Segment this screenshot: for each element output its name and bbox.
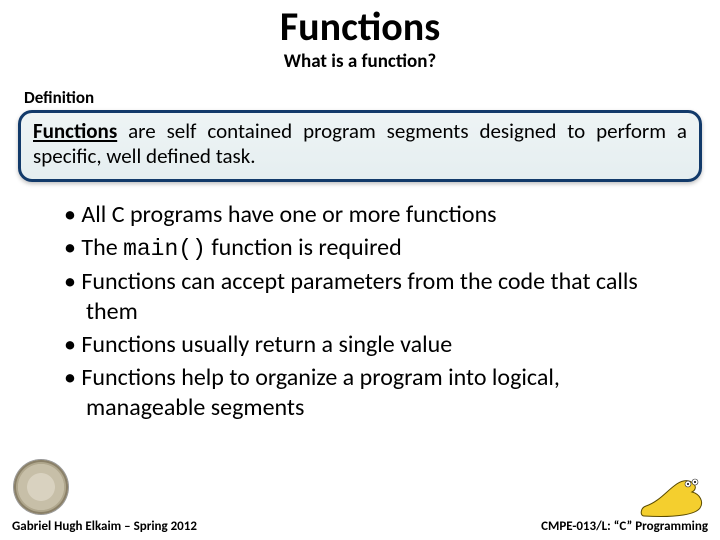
definition-text: Functions are self contained program seg… — [33, 119, 687, 169]
definition-rest: are self contained program segments desi… — [33, 118, 687, 169]
slide: Functions What is a function? Definition… — [0, 0, 720, 540]
slide-subtitle: What is a function? — [18, 50, 702, 73]
banana-slug-icon — [638, 472, 710, 522]
list-item: The main() function is required — [64, 233, 682, 264]
definition-label: Definition — [24, 87, 702, 108]
bullet-text: All C programs have one or more function… — [81, 200, 496, 229]
footer-left: Gabriel Hugh Elkaim – Spring 2012 — [12, 519, 197, 534]
bullet-text: Functions help to organize a program int… — [81, 363, 559, 423]
bullet-text: Functions usually return a single value — [81, 330, 452, 359]
definition-term: Functions — [33, 118, 117, 144]
slide-title: Functions — [18, 6, 702, 48]
bullet-text: Functions can accept parameters from the… — [81, 267, 637, 327]
footer-right: CMPE-013/L: “C” Programming — [541, 519, 708, 534]
list-item: All C programs have one or more function… — [64, 200, 682, 231]
list-item: Functions can accept parameters from the… — [64, 267, 682, 328]
bullet-code: main() — [123, 236, 206, 262]
list-item: Functions usually return a single value — [64, 330, 682, 361]
university-seal-icon — [14, 460, 68, 514]
list-item: Functions help to organize a program int… — [64, 363, 682, 424]
bullet-list: All C programs have one or more function… — [64, 200, 682, 424]
bullet-text: function is required — [206, 233, 402, 262]
bullet-text: The — [81, 233, 123, 262]
definition-box: Functions are self contained program seg… — [18, 110, 702, 182]
footer: Gabriel Hugh Elkaim – Spring 2012 CMPE-0… — [0, 519, 720, 534]
